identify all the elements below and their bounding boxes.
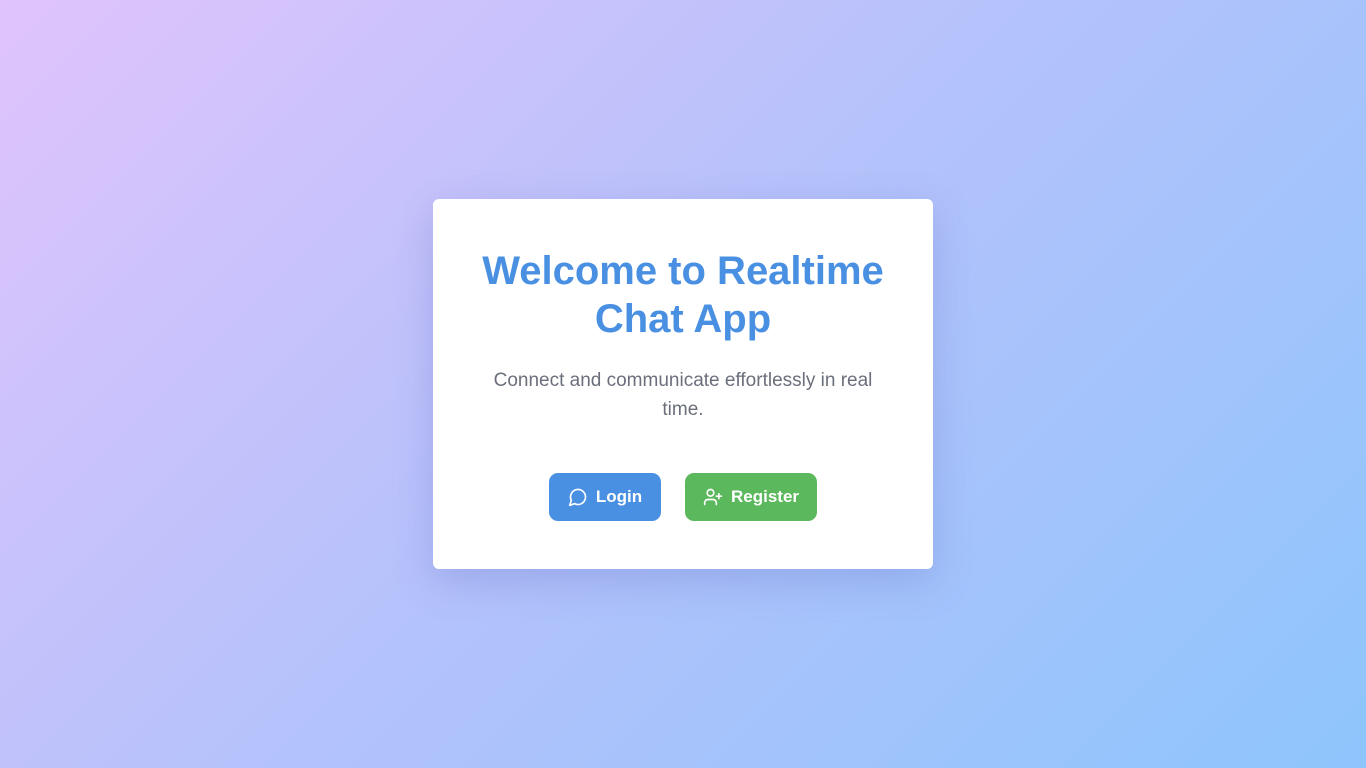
register-button[interactable]: Register — [685, 473, 817, 521]
page-title: Welcome to Realtime Chat App — [482, 249, 884, 341]
register-button-label: Register — [730, 487, 800, 506]
chat-bubble-icon — [568, 487, 588, 507]
action-buttons: Login Register — [433, 473, 933, 521]
user-plus-icon — [703, 487, 723, 507]
login-button[interactable]: Login — [549, 473, 661, 521]
welcome-card: Welcome to Realtime Chat App Connect and… — [433, 199, 933, 569]
login-button-label: Login — [595, 487, 643, 506]
page-subtitle: Connect and communicate effortlessly in … — [493, 370, 873, 420]
